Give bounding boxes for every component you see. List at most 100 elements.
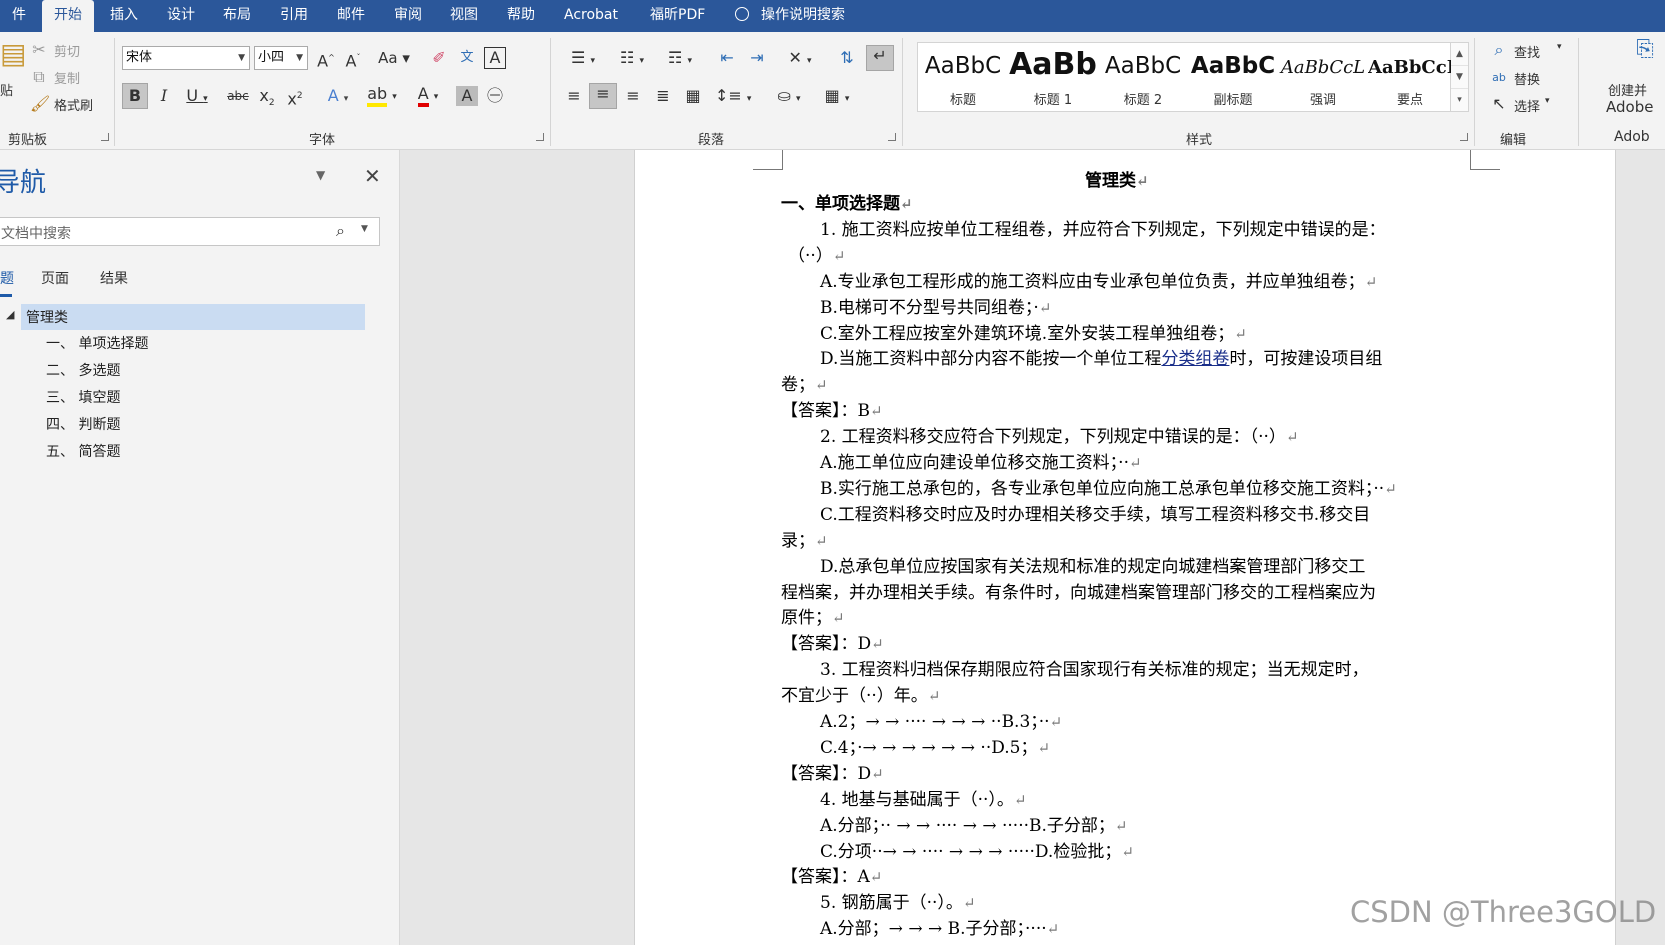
character-shading-icon[interactable]: A xyxy=(456,86,478,106)
find-button[interactable]: 查找 xyxy=(1514,42,1540,61)
underline-button[interactable]: U ▾ xyxy=(182,86,212,109)
doc-line: 原件；↵ xyxy=(781,608,845,629)
chinese-layout-icon[interactable]: ✕ ▾ xyxy=(782,48,818,71)
tab-7[interactable]: 审阅 xyxy=(382,0,434,32)
font-launcher-icon[interactable] xyxy=(536,133,544,141)
styles-scroll[interactable]: ▲ ▼ ▾ xyxy=(1451,42,1469,112)
align-center-icon[interactable]: ≡ xyxy=(589,83,617,109)
document-page[interactable]: 管理类↵ 一、单项选择题↵ 1. 施工资料应按单位工程组卷，并应符合下列规定，下列… xyxy=(634,150,1616,945)
justify-icon[interactable]: ≣ xyxy=(652,86,674,106)
italic-button[interactable]: I xyxy=(155,86,173,106)
paragraph-launcher-icon[interactable] xyxy=(888,133,896,141)
clipboard-launcher-icon[interactable] xyxy=(101,133,109,141)
chevron-down-icon[interactable]: ▼ xyxy=(316,168,325,182)
copy-button[interactable]: 复制 xyxy=(54,68,80,87)
style-item[interactable]: AaBbCcI 要点 xyxy=(1368,43,1452,111)
phonetic-guide-icon[interactable]: 文 xyxy=(456,48,478,68)
borders-icon[interactable]: ▦ ▾ xyxy=(818,86,856,109)
shrink-font-icon[interactable]: Aˇ xyxy=(343,48,363,71)
style-item[interactable]: AaBbCcL 强调 xyxy=(1278,43,1368,111)
nav-search-input[interactable]: 文档中搜索 ⌕ ▼ xyxy=(0,217,380,246)
style-item[interactable]: AaBb 标题 1 xyxy=(1008,43,1098,111)
enclose-characters-icon[interactable]: ㊀ xyxy=(484,86,506,106)
bullets-icon[interactable]: ☰ ▾ xyxy=(563,48,603,71)
tree-item[interactable]: 一、 单项选择题 xyxy=(46,333,148,353)
doc-line: C.工程资料移交时应及时办理相关移交手续，填写工程资料移交书.移交目 xyxy=(820,504,1371,525)
adobe-create-label-1[interactable]: 创建并 xyxy=(1608,80,1647,99)
strikethrough-button[interactable]: abc xyxy=(226,86,250,106)
tab-1[interactable]: 开始 xyxy=(42,0,94,32)
tab-3[interactable]: 设计 xyxy=(155,0,207,32)
decrease-indent-icon[interactable]: ⇤ xyxy=(716,48,738,68)
tab-results[interactable]: 结果 xyxy=(100,268,128,288)
doc-link[interactable]: 分类组卷 xyxy=(1161,349,1229,369)
watermark: CSDN @Three3GOLD xyxy=(1350,895,1657,929)
tab-8[interactable]: 视图 xyxy=(438,0,490,32)
font-name-combo[interactable]: 宋体 ▼ xyxy=(122,46,250,70)
replace-button[interactable]: 替换 xyxy=(1514,69,1540,88)
tab-6[interactable]: 邮件 xyxy=(325,0,377,32)
distributed-icon[interactable]: ▦ xyxy=(682,86,704,106)
tab-11[interactable]: 福昕PDF xyxy=(638,0,717,32)
chevron-down-icon[interactable]: ▼ xyxy=(1451,66,1468,89)
grow-font-icon[interactable]: A^ xyxy=(316,48,336,71)
tree-item[interactable]: 五、 简答题 xyxy=(46,441,120,461)
tab-9[interactable]: 帮助 xyxy=(495,0,547,32)
group-separator xyxy=(114,38,115,146)
format-painter-button[interactable]: 格式刷 xyxy=(54,95,93,114)
style-item[interactable]: AaBbC 标题 xyxy=(918,43,1008,111)
adobe-create-pdf-icon[interactable]: ⎘ xyxy=(1630,39,1660,61)
adobe-create-label-2[interactable]: Adobe xyxy=(1606,98,1653,116)
style-item[interactable]: AaBbC 标题 2 xyxy=(1098,43,1188,111)
tree-item[interactable]: 四、 判断题 xyxy=(46,414,120,434)
bold-button[interactable]: B xyxy=(122,83,148,109)
line-spacing-icon[interactable]: ↕≡ ▾ xyxy=(715,86,751,109)
chevron-up-icon[interactable]: ▲ xyxy=(1451,43,1468,66)
align-right-icon[interactable]: ≡ xyxy=(622,86,644,106)
doc-line: 5. 钢筋属于（··）。↵ xyxy=(820,893,976,914)
paste-icon[interactable]: ▤ xyxy=(0,40,26,84)
styles-launcher-icon[interactable] xyxy=(1460,133,1468,141)
font-color-icon[interactable]: A ▾ xyxy=(410,84,446,107)
font-size-combo[interactable]: 小四 ▼ xyxy=(254,46,308,70)
tell-me-search[interactable]: 操作说明搜索 xyxy=(735,0,845,32)
character-border-icon[interactable]: A xyxy=(484,47,506,69)
sort-icon[interactable]: ⇅ xyxy=(836,48,858,68)
style-item[interactable]: AaBbC 副标题 xyxy=(1188,43,1278,111)
tree-root-item[interactable]: 管理类 xyxy=(26,307,68,327)
tree-item[interactable]: 三、 填空题 xyxy=(46,387,120,407)
highlight-color-icon[interactable]: ab ▾ xyxy=(364,84,400,107)
select-button[interactable]: 选择 xyxy=(1514,96,1540,115)
chevron-down-icon[interactable]: ▾ xyxy=(1545,96,1550,106)
tab-4[interactable]: 布局 xyxy=(211,0,263,32)
shading-icon[interactable]: ⛀ ▾ xyxy=(770,86,808,109)
subscript-button[interactable]: x2 xyxy=(256,86,278,113)
close-icon[interactable]: ✕ xyxy=(364,164,381,188)
chevron-down-icon[interactable]: ▾ xyxy=(1557,42,1562,52)
font-group-label: 字体 xyxy=(309,133,336,148)
search-icon[interactable]: ⌕ xyxy=(336,221,345,241)
collapse-arrow-icon[interactable]: ◢ xyxy=(6,308,14,321)
show-formatting-marks-icon[interactable]: ↵ xyxy=(866,45,894,71)
more-styles-icon[interactable]: ▾ xyxy=(1451,89,1468,112)
align-left-icon[interactable]: ≡ xyxy=(563,86,585,106)
clear-formatting-icon[interactable]: ✐ xyxy=(428,48,450,68)
tab-pages[interactable]: 页面 xyxy=(41,268,69,288)
tree-item[interactable]: 二、 多选题 xyxy=(46,360,120,380)
tab-headings[interactable]: 题 xyxy=(0,268,14,288)
tab-0[interactable]: 件 xyxy=(0,0,38,32)
superscript-button[interactable]: x2 xyxy=(284,86,306,109)
style-preview: AaBbCcI xyxy=(1368,57,1452,78)
tab-10[interactable]: Acrobat xyxy=(552,0,630,32)
chevron-down-icon[interactable]: ▼ xyxy=(361,224,368,234)
chevron-down-icon: ▼ xyxy=(296,53,303,63)
change-case-icon[interactable]: Aa ▾ xyxy=(377,48,411,68)
numbering-icon[interactable]: ☷ ▾ xyxy=(612,48,652,71)
multilevel-list-icon[interactable]: ☶ ▾ xyxy=(660,48,700,71)
tab-2[interactable]: 插入 xyxy=(98,0,150,32)
cut-button[interactable]: 剪切 xyxy=(54,41,80,60)
text-effects-icon[interactable]: A ▾ xyxy=(320,86,356,109)
increase-indent-icon[interactable]: ⇥ xyxy=(746,48,768,68)
paste-button-label[interactable]: 贴 xyxy=(0,80,13,99)
tab-5[interactable]: 引用 xyxy=(268,0,320,32)
